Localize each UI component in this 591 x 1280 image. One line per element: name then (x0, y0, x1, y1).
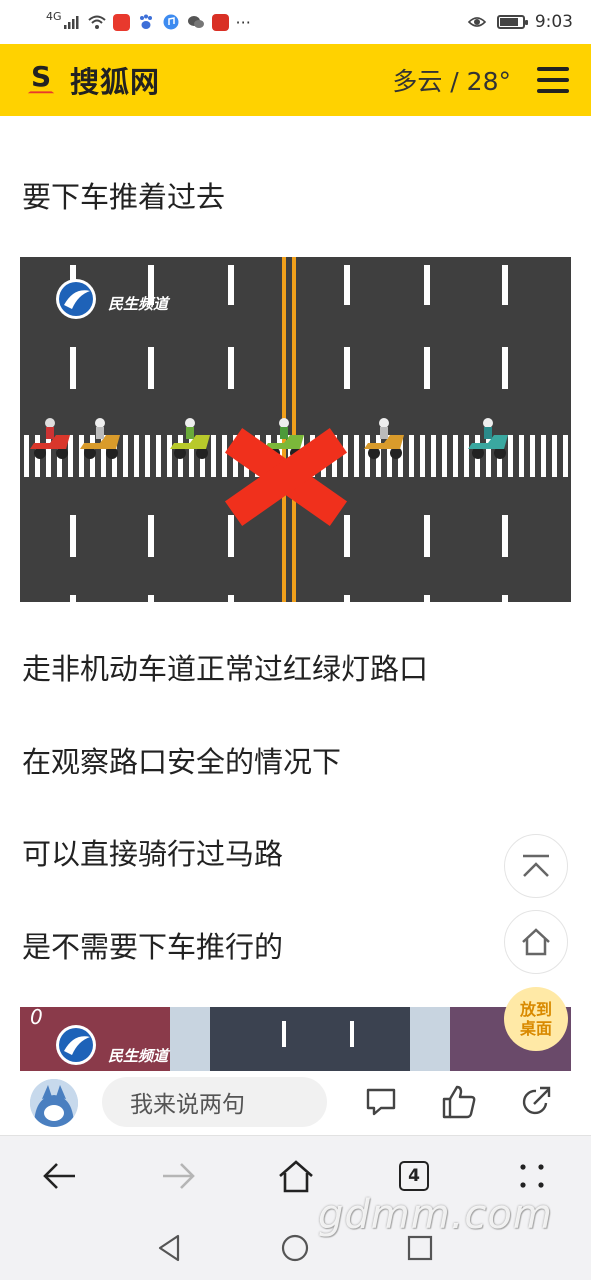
status-bar: 4G ··· 9:03 (0, 0, 591, 44)
site-watermark: gdmm.com (318, 1192, 553, 1238)
zebra-stripe (552, 435, 557, 477)
channel-logo (56, 279, 96, 319)
zebra-stripe (145, 435, 150, 477)
article-image-road-2[interactable]: 0 民生频道 (20, 1007, 571, 1071)
zebra-stripe (123, 435, 128, 477)
hamburger-icon[interactable] (537, 67, 569, 93)
article-paragraph: 是不需要下车推行的 (22, 930, 284, 964)
menu-line (537, 78, 569, 82)
eye-icon (467, 17, 486, 27)
add-to-desktop-label-2: 桌面 (519, 1019, 552, 1038)
avatar-icon (30, 1079, 78, 1127)
comment-input[interactable]: 我来说两句 (102, 1077, 327, 1127)
forward-button[interactable] (156, 1154, 200, 1198)
weather-info[interactable]: 多云 / 28° (392, 62, 511, 98)
triangle-back-icon[interactable] (154, 1231, 188, 1265)
article-paragraph: 在观察路口安全的情况下 (22, 745, 342, 779)
zebra-stripe (354, 435, 359, 477)
zebra-stripe (222, 435, 227, 477)
comment-icon[interactable] (362, 1083, 400, 1121)
site-header: S 搜狐网 多云 / 28° (0, 44, 591, 116)
tab-count-box: 4 (399, 1161, 429, 1191)
zebra-stripe (409, 435, 414, 477)
article-image-crossing[interactable]: 民生频道 (20, 257, 571, 602)
signal-label: 4G (46, 9, 62, 23)
tab-count: 4 (408, 1166, 420, 1186)
menu-line (537, 89, 569, 93)
home-icon (279, 1160, 313, 1193)
zebra-stripe (68, 435, 73, 477)
comment-placeholder: 我来说两句 (130, 1092, 245, 1118)
arrow-right-icon (163, 1163, 195, 1189)
zebra-stripe (420, 435, 425, 477)
go-home-button[interactable] (504, 910, 568, 974)
site-name[interactable]: 搜狐网 (70, 59, 160, 101)
music-icon (163, 14, 179, 30)
back-button[interactable] (38, 1154, 82, 1198)
zebra-stripe (134, 435, 139, 477)
road-illustration (20, 1007, 571, 1071)
image-watermark: 民生频道 (108, 1047, 169, 1065)
paw-icon (139, 14, 152, 29)
image-watermark: 民生频道 (108, 295, 169, 313)
arrow-up-bar-icon (523, 854, 549, 877)
zebra-stripe (453, 435, 458, 477)
zebra-stripe (431, 435, 436, 477)
share-icon[interactable] (518, 1083, 556, 1121)
zebra-stripe (563, 435, 568, 477)
zebra-stripe (508, 435, 513, 477)
zebra-stripe (541, 435, 546, 477)
zebra-stripe (519, 435, 524, 477)
zebra-stripe (211, 435, 216, 477)
image-corner-digit: 0 (30, 1007, 43, 1029)
avatar[interactable] (30, 1079, 78, 1127)
zebra-stripe (464, 435, 469, 477)
browser-home-button[interactable] (274, 1154, 318, 1198)
zebra-stripe (442, 435, 447, 477)
scroll-to-top-button[interactable] (504, 834, 568, 898)
thumbs-up-icon[interactable] (440, 1083, 478, 1121)
zebra-stripe (79, 435, 84, 477)
article-paragraph: 走非机动车道正常过红绿灯路口 (22, 652, 429, 686)
center-line (292, 257, 296, 602)
zebra-stripe (167, 435, 172, 477)
wifi-icon (87, 15, 106, 29)
zebra-stripe (24, 435, 29, 477)
page: 4G ··· 9:03 S 搜狐网 多云 / 28° 要下车推着过去 民生频道 … (0, 0, 591, 1280)
clock: 9:03 (534, 12, 573, 32)
zebra-stripe (530, 435, 535, 477)
add-to-desktop-label-1: 放到 (519, 1000, 552, 1019)
signal-icon (63, 16, 79, 29)
zebra-stripe (46, 435, 51, 477)
sohu-logo-icon[interactable]: S (24, 60, 58, 97)
crossing-illustration (20, 257, 571, 602)
article-paragraph: 可以直接骑行过马路 (22, 837, 284, 871)
status-right: 9:03 (467, 12, 573, 32)
menu-line (537, 67, 569, 71)
app-notification-icon-2 (211, 13, 229, 31)
wechat-icon (187, 16, 204, 28)
comment-bar: 我来说两句 (0, 1071, 591, 1135)
article-paragraph: 要下车推着过去 (22, 180, 226, 214)
logo-letter: S (31, 60, 52, 93)
battery-icon (496, 15, 528, 29)
home-icon (522, 928, 550, 956)
status-left: 4G ··· (46, 9, 251, 32)
app-notification-icon (112, 13, 130, 31)
zebra-stripe (156, 435, 161, 477)
circle-home-icon[interactable] (278, 1231, 312, 1265)
add-to-desktop-button[interactable]: 放到 桌面 (504, 987, 568, 1051)
zebra-stripe (343, 435, 348, 477)
arrow-left-icon (43, 1163, 75, 1189)
grid-dots-icon (520, 1164, 544, 1188)
more-notifications: ··· (235, 12, 251, 32)
